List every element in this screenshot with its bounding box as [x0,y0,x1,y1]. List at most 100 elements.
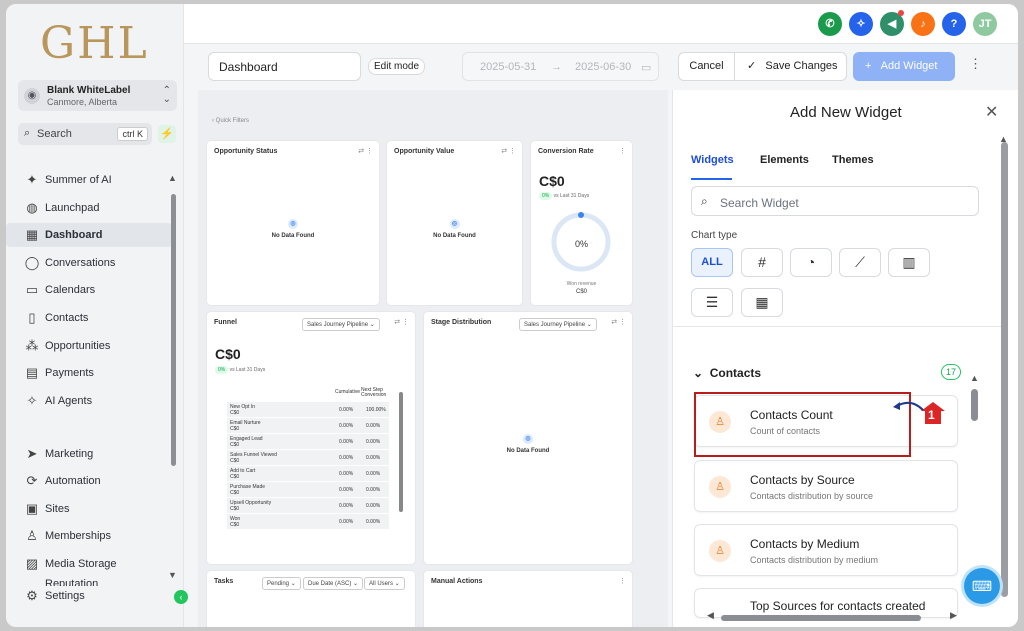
panel-scroll-up-icon[interactable]: ▲ [999,134,1008,144]
list-scroll-up-icon[interactable]: ▲ [970,373,979,383]
widget-conversion-rate[interactable]: Conversion Rate ⋮ C$0 0% vs Last 31 Days… [531,141,632,305]
help-icon[interactable]: ? [942,12,966,36]
sparkle-assist-icon[interactable]: ✧ [849,12,873,36]
user-avatar[interactable]: JT [973,12,997,36]
sparkle-icon: ✦ [26,172,38,187]
widget-title: Stage Distribution [431,319,492,326]
tab-widgets[interactable]: Widgets [691,154,734,166]
sidebar-search[interactable]: ⌕ Search ctrl K [18,123,152,145]
widget-actions-icon[interactable]: ⇄ ⋮ [611,318,626,326]
widget-opportunity-status[interactable]: Opportunity Status ⇄ ⋮ ◎ No Data Found [207,141,379,305]
sidebar-item-media-storage[interactable]: ▨ Media Storage [6,552,172,576]
no-data-text: No Data Found [433,233,476,239]
conversion-change: 0% vs Last 31 Days [539,192,589,200]
contacts-icon: ▯ [28,310,36,325]
pie-chart-icon[interactable]: ◔ [790,248,832,277]
horizontal-scrollbar[interactable] [721,615,921,621]
widget-card-contacts-by-medium[interactable]: ♙ Contacts by Medium Contacts distributi… [694,524,958,576]
sidebar-item-label: Sites [45,503,70,515]
table-row: Sales Funnel Viewed C$0 0.00% 0.00% [227,450,389,465]
sidebar-item-settings[interactable]: ⚙ Settings [6,584,172,608]
widget-opportunity-value[interactable]: Opportunity Value ⇄ ⋮ ◎ No Data Found [387,141,522,305]
phone-icon[interactable]: ✆ [818,12,842,36]
sidebar-item-calendars[interactable]: ▭ Calendars [6,278,172,302]
scroll-right-icon[interactable]: ▶ [950,610,957,621]
filter-value: Due Date (ASC) [308,581,352,587]
sidebar-scrollbar[interactable] [171,194,176,466]
sidebar-item-memberships[interactable]: ♙ Memberships [6,524,172,548]
sidebar-item-conversations[interactable]: ◯ Conversations [6,251,172,275]
tasks-status-filter[interactable]: Pending ⌄ [262,577,301,590]
collapse-sidebar-icon[interactable]: ‹ [174,590,188,604]
sidebar-item-summer-of-ai[interactable]: ✦ Summer of AI [6,168,172,192]
sidebar-item-ai-agents[interactable]: ✧ AI Agents [6,389,172,413]
widget-actions-icon[interactable]: ⋮ [619,147,626,155]
sidebar-item-label: Calendars [45,284,96,296]
widget-title: Tasks [214,578,234,585]
more-options-icon[interactable]: ⋮ [969,56,982,72]
widget-actions-icon[interactable]: ⇄ ⋮ [394,318,409,326]
sidebar-item-contacts[interactable]: ▯ Contacts [6,306,172,330]
cancel-button[interactable]: Cancel [678,52,735,81]
sidebar-item-dashboard[interactable]: ▦ Dashboard [6,223,172,247]
chat-icon: ◯ [24,255,40,270]
person-icon: ♙ [709,540,731,562]
horizontal-bar-chart-icon[interactable]: ☰ [691,288,733,317]
scroll-left-icon[interactable]: ◀ [707,610,714,621]
account-switcher[interactable]: ◉ Blank WhiteLabel Canmore, Alberta ⌃ ⌄ [18,80,177,111]
sidebar-item-label: Summer of AI [45,174,112,186]
conversion-percent: 0% [574,239,588,249]
widget-funnel[interactable]: Funnel Sales Journey Pipeline ⌄ ⇄ ⋮ C$0 … [207,312,415,564]
sidebar-item-label: Contacts [45,312,89,324]
chart-type-all-button[interactable]: ALL [691,248,733,277]
chat-support-button[interactable]: ⌨ [964,568,1000,604]
save-changes-button[interactable]: ✓ Save Changes [734,52,847,81]
contacts-section-header[interactable]: ⌄ Contacts [693,366,761,380]
funnel-change: 0% vs Last 31 Days [215,366,265,374]
number-chart-icon[interactable]: # [741,248,783,277]
sidebar-item-sites[interactable]: ▣ Sites [6,497,172,521]
bar-chart-icon[interactable]: ▥ [888,248,930,277]
pipeline-select[interactable]: Sales Journey Pipeline ⌄ [519,318,597,331]
sidebar-item-automation[interactable]: ⟳ Automation [6,469,172,493]
section-title: Contacts [709,366,762,380]
add-widget-button[interactable]: + Add Widget [853,52,955,81]
widget-actions-icon[interactable]: ⇄ ⋮ [358,147,373,155]
widget-title: Manual Actions [431,578,483,585]
won-revenue-value: C$0 [575,289,587,295]
line-chart-icon[interactable]: ⟋ [839,248,881,277]
sidebar-item-marketing[interactable]: ➤ Marketing [6,442,172,466]
widget-card-top-sources[interactable]: Top Sources for contacts created [694,588,958,618]
funnel-scrollbar[interactable] [399,392,403,512]
close-icon[interactable]: ✕ [985,102,998,122]
dashboard-name-input[interactable]: Dashboard [208,52,361,81]
scroll-down-icon[interactable]: ▼ [168,570,177,580]
bell-icon[interactable]: ♪ [911,12,935,36]
tab-elements[interactable]: Elements [760,154,809,166]
sidebar-item-payments[interactable]: ▤ Payments [6,361,172,385]
tab-themes[interactable]: Themes [832,154,874,166]
sidebar-item-label: Media Storage [45,558,117,570]
arrow-right-icon: → [551,61,562,73]
widget-actions-icon[interactable]: ⇄ ⋮ [501,147,516,155]
panel-scrollbar[interactable] [1001,142,1008,597]
quick-action-bolt-icon[interactable]: ⚡ [158,125,176,143]
sidebar-item-opportunities[interactable]: ⁂ Opportunities [6,334,172,358]
change-badge: 0% [215,366,229,374]
widget-card-contacts-by-source[interactable]: ♙ Contacts by Source Contacts distributi… [694,460,958,512]
pipeline-select[interactable]: Sales Journey Pipeline ⌄ [302,318,380,331]
widget-manual-actions[interactable]: Manual Actions ⋮ [424,571,632,627]
widget-actions-icon[interactable]: ⋮ [619,577,626,585]
sidebar-item-launchpad[interactable]: ◍ Launchpad [6,196,172,220]
date-range-picker[interactable]: 2025-05-31 → 2025-06-30 ▭ [462,52,659,81]
tasks-sort-filter[interactable]: Due Date (ASC) ⌄ [303,577,364,590]
sidebar-item-label: Marketing [45,448,94,460]
widget-search-input[interactable]: ⌕ Search Widget [691,186,979,216]
person-icon: ♙ [709,476,731,498]
tasks-user-filter[interactable]: All Users ⌄ [364,577,405,590]
widget-tasks[interactable]: Tasks Pending ⌄ Due Date (ASC) ⌄ All Use… [207,571,415,627]
table-chart-icon[interactable]: ▦ [741,288,783,317]
widget-stage-distribution[interactable]: Stage Distribution Sales Journey Pipelin… [424,312,632,564]
list-scrollbar[interactable] [971,389,978,421]
quick-filters-link[interactable]: ‹ Quick Filters [212,118,249,124]
